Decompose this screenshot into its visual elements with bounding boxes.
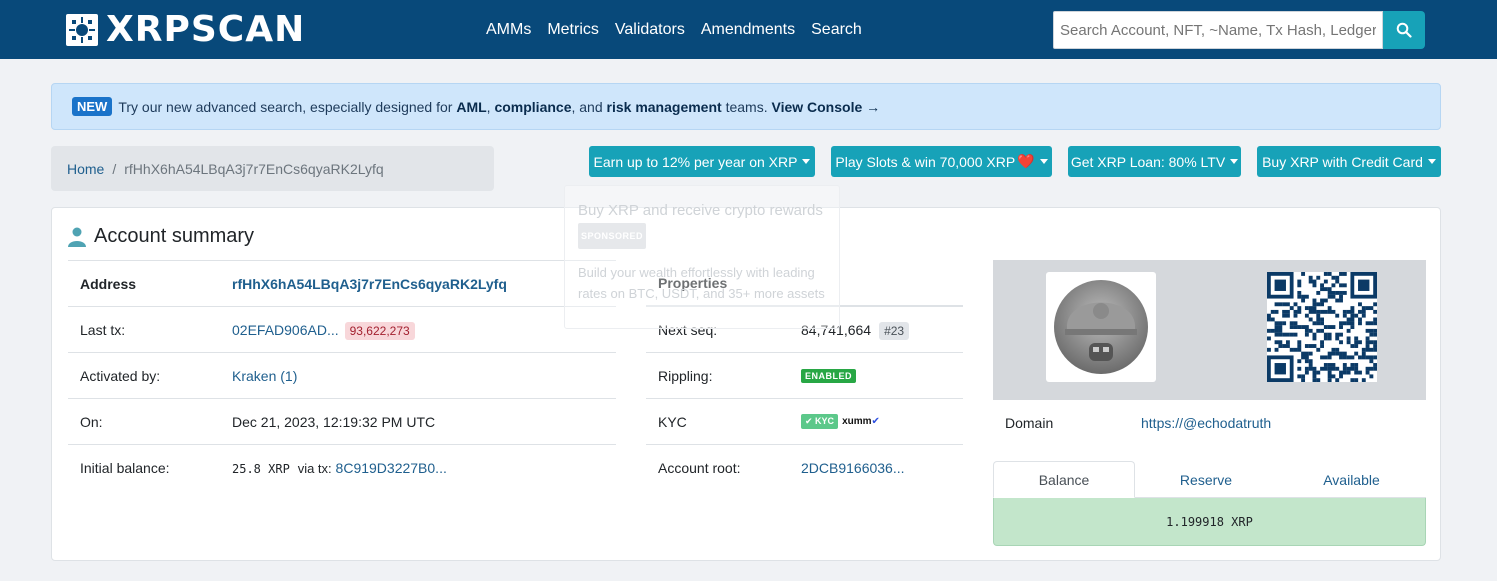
domain-link[interactable]: https://@echodatruth [1141, 415, 1271, 431]
xumm-logo: xumm [842, 416, 872, 427]
promo-loan-dropdown[interactable]: Get XRP Loan: 80% LTV [1068, 146, 1241, 177]
account-summary-title: Account summary [94, 225, 255, 247]
new-badge: NEW [72, 97, 113, 116]
promo-earn-label: Earn up to 12% per year on XRP [593, 153, 798, 170]
row-rippling: Rippling: ENABLED [646, 352, 963, 398]
tab-reserve[interactable]: Reserve [1135, 461, 1277, 498]
address-label: Address [80, 275, 137, 292]
avatar-qr-panel [993, 260, 1426, 400]
initial-balance-amount: 25.8 XRP [232, 461, 290, 476]
rippling-label: Rippling: [658, 367, 713, 384]
activated-by-label: Activated by: [80, 367, 161, 384]
nav-link-amms[interactable]: AMMs [486, 19, 531, 41]
sponsored-badge: SPONSORED [578, 223, 647, 249]
view-console-link[interactable]: View Console → [771, 99, 880, 115]
balance-tabs: Balance Reserve Available [993, 461, 1426, 498]
on-value: Dec 21, 2023, 12:19:32 PM UTC [232, 413, 436, 430]
breadcrumb-home[interactable]: Home [67, 161, 104, 177]
xrpscan-logo-icon [66, 14, 98, 46]
promo-buy-label: Buy XRP with Credit Card [1262, 153, 1423, 170]
initial-balance-label: Initial balance: [80, 459, 170, 476]
nav-links: AMMs Metrics Validators Amendments Searc… [486, 19, 878, 41]
sponsored-title-wrap: Buy XRP and receive crypto rewards SPONS… [578, 199, 828, 249]
chevron-down-icon [802, 159, 811, 164]
row-kyc: KYC ✔ KYC xumm ✔ [646, 398, 963, 444]
new-feature-alert: NEW Try our new advanced search, especia… [51, 83, 1441, 130]
alert-text-1: Try our new advanced search, especially … [118, 98, 453, 115]
avatar-image [1054, 280, 1148, 374]
row-address: Address rfHhX6hA54LBqA3j7r7EnCs6qyaRK2Ly… [68, 260, 616, 306]
on-label: On: [80, 413, 103, 430]
nav-link-metrics[interactable]: Metrics [547, 19, 599, 41]
heart-icon: ❤️ [1017, 153, 1035, 169]
seq-badge: #23 [879, 321, 910, 340]
verified-check-icon: ✔ [871, 416, 880, 427]
breadcrumb-separator: / [112, 160, 117, 177]
chevron-down-icon [1039, 159, 1048, 164]
promo-slots-dropdown[interactable]: Play Slots & win 70,000 XRP ❤️ [831, 146, 1052, 177]
nav-link-search[interactable]: Search [811, 19, 862, 41]
initial-tx-link[interactable]: 8C919D3227B0... [336, 460, 447, 476]
top-navbar: XRPSCAN AMMs Metrics Validators Amendmen… [0, 0, 1497, 59]
tab-available[interactable]: Available [1277, 461, 1426, 498]
tab-balance[interactable]: Balance [993, 461, 1135, 498]
alert-bold-aml: AML [456, 98, 487, 115]
last-tx-label: Last tx: [80, 321, 126, 338]
activated-by-link[interactable]: Kraken (1) [232, 368, 297, 384]
sponsored-body: Build your wealth effortlessly with lead… [578, 265, 825, 301]
alert-bold-risk: risk management [606, 98, 722, 115]
search-icon [1396, 22, 1412, 38]
account-root-link[interactable]: 2DCB9166036... [801, 460, 905, 476]
promo-loan-label: Get XRP Loan: 80% LTV [1070, 153, 1226, 170]
nav-link-validators[interactable]: Validators [615, 19, 685, 41]
chevron-down-icon [1230, 159, 1239, 164]
row-domain: Domain https://@echodatruth [993, 403, 1426, 443]
chevron-down-icon [1427, 159, 1436, 164]
row-initial-balance: Initial balance: 25.8 XRP via tx: 8C919D… [68, 444, 616, 490]
last-tx-hash-link[interactable]: 02EFAD906AD... [232, 322, 339, 338]
qr-code[interactable] [1267, 272, 1378, 383]
brand-logo[interactable]: XRPSCAN [66, 9, 306, 50]
row-account-root: Account root: 2DCB9166036... [646, 444, 963, 490]
kyc-badge-text: KYC [815, 416, 835, 426]
address-value[interactable]: rfHhX6hA54LBqA3j7r7EnCs6qyaRK2Lyfq [232, 276, 507, 292]
brand-name: XRPSCAN [106, 9, 306, 50]
row-activated-by: Activated by: Kraken (1) [68, 352, 616, 398]
domain-label: Domain [1005, 415, 1054, 431]
sponsored-ad[interactable]: Buy XRP and receive crypto rewards SPONS… [564, 185, 840, 329]
account-root-label: Account root: [658, 459, 741, 476]
kyc-badge: ✔ KYC [801, 414, 839, 429]
search-input[interactable] [1053, 11, 1383, 49]
promo-earn-dropdown[interactable]: Earn up to 12% per year on XRP [589, 146, 815, 177]
alert-bold-compliance: compliance [494, 98, 572, 115]
alert-text-3: teams. [725, 98, 768, 115]
alert-sep: , [486, 98, 491, 115]
breadcrumb: Home / rfHhX6hA54LBqA3j7r7EnCs6qyaRK2Lyf… [51, 146, 494, 191]
qr-code-image [1267, 272, 1378, 383]
row-on: On: Dec 21, 2023, 12:19:32 PM UTC [68, 398, 616, 444]
kyc-label: KYC [658, 413, 687, 430]
search-button[interactable] [1383, 11, 1425, 49]
nav-link-amendments[interactable]: Amendments [701, 19, 795, 41]
breadcrumb-current: rfHhX6hA54LBqA3j7r7EnCs6qyaRK2Lyfq [124, 160, 384, 177]
via-tx-label: via tx: [297, 460, 332, 476]
promo-buy-dropdown[interactable]: Buy XRP with Credit Card [1257, 146, 1441, 177]
balance-value: 1.199918 XRP [1166, 514, 1253, 529]
promo-slots-label: Play Slots & win 70,000 XRP [835, 153, 1016, 170]
balance-value-box: 1.199918 XRP [993, 498, 1426, 546]
row-last-tx: Last tx: 02EFAD906AD... 93,622,273 [68, 306, 616, 352]
rippling-enabled-badge: ENABLED [801, 368, 857, 383]
user-icon [68, 227, 86, 247]
ledger-badge[interactable]: 93,622,273 [344, 321, 415, 340]
alert-text-2: , and [571, 98, 603, 115]
card-title: Account summary [68, 225, 254, 248]
sponsored-title: Buy XRP and receive crypto rewards [578, 202, 823, 219]
avatar [1046, 272, 1156, 382]
